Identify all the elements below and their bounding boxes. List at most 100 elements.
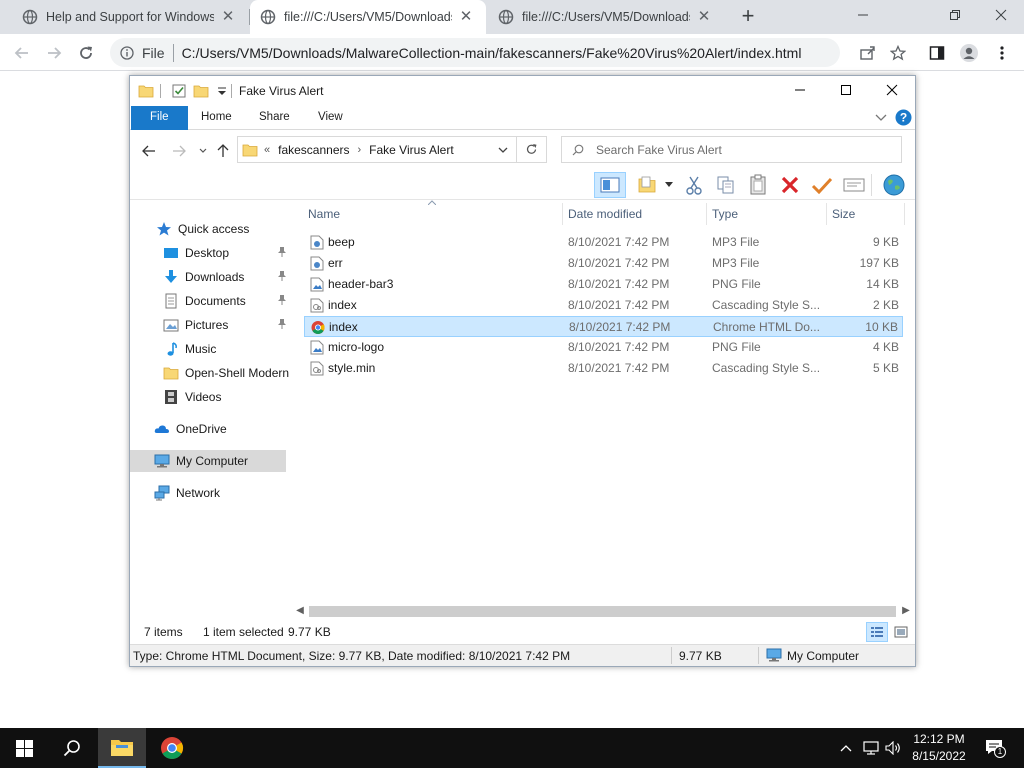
paste-button[interactable] xyxy=(746,174,770,196)
file-row[interactable]: index 8/10/2021 7:42 PM Chrome HTML Do..… xyxy=(304,316,903,337)
customize-qat-icon[interactable] xyxy=(214,83,230,99)
help-icon[interactable]: ? xyxy=(895,109,912,126)
nav-documents[interactable]: Documents xyxy=(130,290,293,312)
properties-icon[interactable] xyxy=(171,83,187,99)
search-icon xyxy=(572,144,584,155)
nav-quick-access[interactable]: Quick access xyxy=(130,218,293,240)
column-divider[interactable] xyxy=(706,203,707,225)
bookmark-button[interactable] xyxy=(885,40,911,66)
profile-button[interactable] xyxy=(956,40,982,66)
address-bar[interactable]: File C:/Users/VM5/Downloads/MalwareColle… xyxy=(110,38,840,67)
explorer-maximize-button[interactable] xyxy=(823,76,869,104)
column-date-modified[interactable]: Date modified xyxy=(564,203,704,225)
forward-button[interactable] xyxy=(41,40,67,66)
properties-button[interactable] xyxy=(842,174,866,196)
close-icon[interactable]: ✕ xyxy=(220,9,236,25)
taskbar-file-explorer[interactable] xyxy=(98,728,146,768)
file-row[interactable]: err 8/10/2021 7:42 PM MP3 File 197 KB xyxy=(304,253,903,274)
column-name[interactable]: Name xyxy=(304,203,562,225)
url-text[interactable]: C:/Users/VM5/Downloads/MalwareCollection… xyxy=(182,45,802,61)
explorer-search-input[interactable]: Search Fake Virus Alert xyxy=(561,136,902,163)
reload-button[interactable] xyxy=(73,40,99,66)
close-window-button[interactable] xyxy=(978,0,1024,30)
file-row[interactable]: header-bar3 8/10/2021 7:42 PM PNG File 1… xyxy=(304,274,903,295)
close-icon xyxy=(995,9,1007,21)
column-type[interactable]: Type xyxy=(708,203,824,225)
share-button[interactable] xyxy=(855,40,881,66)
nav-onedrive[interactable]: OneDrive xyxy=(130,418,293,440)
new-item-button[interactable] xyxy=(635,174,659,196)
large-icons-view-button[interactable] xyxy=(890,622,912,642)
scrollbar-thumb[interactable] xyxy=(309,606,896,617)
column-divider[interactable] xyxy=(562,203,563,225)
search-placeholder: Search Fake Virus Alert xyxy=(596,142,722,157)
start-button[interactable] xyxy=(0,728,48,768)
chevron-down-icon[interactable] xyxy=(875,113,887,123)
delete-button[interactable] xyxy=(778,174,802,196)
ribbon-tab-file[interactable]: File xyxy=(131,106,188,130)
scroll-left-icon[interactable]: ◀ xyxy=(293,604,307,618)
browser-tab-help[interactable]: Help and Support for Windows ✕ xyxy=(12,0,247,34)
explorer-back-button[interactable] xyxy=(140,142,158,160)
nav-network[interactable]: Network xyxy=(130,482,293,504)
close-icon[interactable]: ✕ xyxy=(458,9,474,25)
column-divider[interactable] xyxy=(826,203,827,225)
ribbon-tab-share[interactable]: Share xyxy=(245,106,304,130)
column-size[interactable]: Size xyxy=(828,203,903,225)
info-icon[interactable] xyxy=(120,45,134,60)
up-button[interactable] xyxy=(214,142,232,160)
nav-downloads[interactable]: Downloads xyxy=(130,266,293,288)
minimize-icon xyxy=(858,14,868,16)
file-row[interactable]: style.min 8/10/2021 7:42 PM Cascading St… xyxy=(304,358,903,379)
scroll-right-icon[interactable]: ▶ xyxy=(899,604,913,618)
close-icon[interactable]: ✕ xyxy=(696,9,712,25)
new-folder-icon[interactable] xyxy=(193,83,209,99)
browser-tab-active[interactable]: file:///C:/Users/VM5/Downloads/ ✕ xyxy=(250,0,486,34)
nav-desktop[interactable]: Desktop xyxy=(130,242,293,264)
details-view-button[interactable] xyxy=(866,622,888,642)
chevron-down-icon[interactable] xyxy=(498,146,508,154)
rename-button[interactable] xyxy=(810,174,834,196)
preview-pane-button[interactable] xyxy=(594,172,626,198)
system-clock[interactable]: 12:12 PM 8/15/2022 xyxy=(902,731,976,765)
copy-button[interactable] xyxy=(714,174,738,196)
cut-button[interactable] xyxy=(682,174,706,196)
new-tab-button[interactable]: + xyxy=(736,5,760,29)
network-tray-icon[interactable] xyxy=(861,738,881,758)
search-button[interactable] xyxy=(48,728,96,768)
chevron-right-icon[interactable]: › xyxy=(358,144,362,156)
breadcrumb-item[interactable]: fakescanners xyxy=(278,143,349,157)
notification-center-button[interactable]: 1 xyxy=(982,737,1006,758)
file-row[interactable]: micro-logo 8/10/2021 7:42 PM PNG File 4 … xyxy=(304,337,903,358)
explorer-minimize-button[interactable] xyxy=(777,76,823,104)
browser-tab-third[interactable]: file:///C:/Users/VM5/Downloads/ ✕ xyxy=(488,0,724,34)
horizontal-scrollbar[interactable]: ◀ ▶ xyxy=(293,603,915,619)
show-hidden-icons-button[interactable] xyxy=(838,738,854,758)
taskbar-chrome[interactable] xyxy=(148,728,196,768)
volume-tray-icon[interactable] xyxy=(884,738,902,758)
breadcrumb-overflow[interactable]: « xyxy=(264,144,270,156)
globe-button[interactable] xyxy=(882,174,906,196)
column-divider[interactable] xyxy=(904,203,905,225)
minimize-button[interactable] xyxy=(840,0,886,30)
menu-button[interactable] xyxy=(989,40,1015,66)
nav-pictures[interactable]: Pictures xyxy=(130,314,293,336)
nav-videos[interactable]: Videos xyxy=(130,386,293,408)
recent-locations-button[interactable] xyxy=(194,142,212,160)
restore-button[interactable] xyxy=(932,0,978,30)
dropdown-caret-icon[interactable] xyxy=(665,182,673,187)
nav-my-computer[interactable]: My Computer xyxy=(130,450,286,472)
explorer-forward-button[interactable] xyxy=(170,142,188,160)
explorer-close-button[interactable] xyxy=(869,76,915,104)
file-row[interactable]: index 8/10/2021 7:42 PM Cascading Style … xyxy=(304,295,903,316)
ribbon-tab-view[interactable]: View xyxy=(304,106,357,130)
back-button[interactable] xyxy=(9,40,35,66)
side-panel-button[interactable] xyxy=(924,40,950,66)
file-row[interactable]: beep 8/10/2021 7:42 PM MP3 File 9 KB xyxy=(304,232,903,253)
ribbon-tab-home[interactable]: Home xyxy=(187,106,246,130)
explorer-address-bar[interactable]: « fakescanners › Fake Virus Alert xyxy=(237,136,517,163)
explorer-refresh-button[interactable] xyxy=(517,136,547,163)
nav-music[interactable]: Music xyxy=(130,338,293,360)
nav-open-shell-modern[interactable]: Open-Shell Modern xyxy=(130,362,293,384)
breadcrumb-item[interactable]: Fake Virus Alert xyxy=(369,143,453,157)
